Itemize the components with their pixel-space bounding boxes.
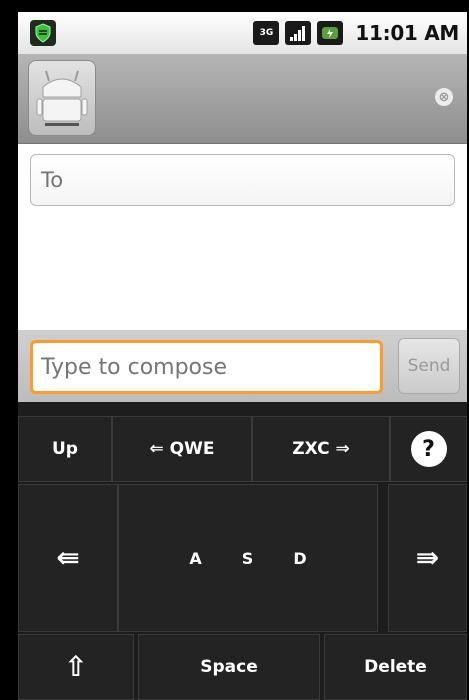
qwe-key[interactable]: ⇐ QWE [112,416,252,482]
asd-letters: A S D [189,549,306,568]
help-icon: ? [410,431,447,467]
right-arrow-key[interactable]: ⇛ [388,484,467,632]
delete-key-label: Delete [364,657,427,677]
battery-icon [317,21,344,45]
android-icon-graphic [36,70,88,126]
asd-key[interactable]: A S D [118,484,378,632]
shield-icon-graphic [35,23,51,43]
left-arrow-icon: ⇚ [56,541,80,574]
shift-key[interactable]: ⇧ [18,634,134,700]
space-key[interactable]: Space [138,634,320,700]
network-type-icon: 3G [253,21,280,45]
status-icons: 3G 11:01 AM [253,21,459,45]
clear-icon[interactable]: ⊗ [435,88,453,106]
keyboard: Up ⇐ QWE ZXC ⇒ ? ⇚ A S D ⇛ ⇧ Space Delet… [18,402,467,700]
compose-bar: Send [18,330,467,402]
compose-input[interactable] [30,340,383,394]
status-time: 11:01 AM [355,21,459,45]
android-icon [28,60,96,136]
qwe-key-label: ⇐ QWE [149,439,215,459]
delete-key[interactable]: Delete [324,634,467,700]
to-field[interactable] [30,154,455,206]
left-arrow-key[interactable]: ⇚ [18,484,118,632]
battery-graphic [322,27,339,39]
title-bar: ⊗ [18,54,467,144]
right-arrow-icon: ⇛ [415,541,440,574]
shift-icon: ⇧ [64,650,88,683]
letter-s: S [241,548,254,568]
status-bar: 3G 11:01 AM [18,12,467,54]
help-key[interactable]: ? [390,416,467,482]
device-frame-left [0,0,18,700]
up-key-label: Up [52,439,78,459]
shield-icon [30,20,56,46]
signal-bars-icon [285,21,312,45]
send-button[interactable]: Send [398,338,460,394]
clear-glyph: ⊗ [438,89,450,105]
signal-bars-graphic [290,26,306,41]
recipient-area [18,144,467,330]
letter-d: D [293,548,307,568]
network-type-label: 3G [259,28,274,38]
help-glyph: ? [422,436,435,462]
zxc-key-label: ZXC ⇒ [292,439,350,459]
up-key[interactable]: Up [18,416,112,482]
phone-screen: 3G 11:01 AM ⊗ To Type to compose Send Up… [0,0,469,700]
letter-a: A [189,548,202,568]
zxc-key[interactable]: ZXC ⇒ [252,416,390,482]
space-key-label: Space [200,657,258,677]
